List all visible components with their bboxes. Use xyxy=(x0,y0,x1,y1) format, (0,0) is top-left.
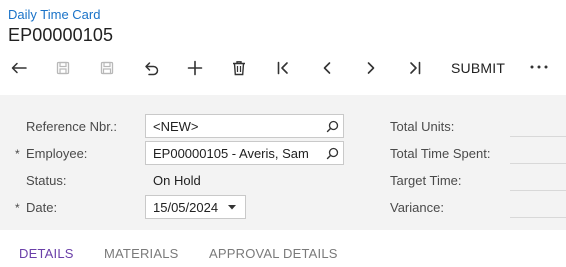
save-icon[interactable] xyxy=(95,56,119,80)
date-field[interactable]: 15/05/2024 xyxy=(145,195,246,219)
submit-button[interactable]: SUBMIT xyxy=(451,60,505,76)
employee-value: EP00000105 - Averis, Sam xyxy=(153,145,309,161)
date-value: 15/05/2024 xyxy=(153,199,219,215)
search-icon[interactable] xyxy=(321,115,343,137)
reference-nbr-value: <NEW> xyxy=(153,118,199,134)
undo-icon[interactable] xyxy=(139,56,163,80)
delete-icon[interactable] xyxy=(227,56,251,80)
more-options-button[interactable] xyxy=(527,57,551,77)
total-time-spent-value xyxy=(510,163,566,164)
previous-record-icon[interactable] xyxy=(315,56,339,80)
status-label: Status: xyxy=(26,173,67,188)
total-units-value xyxy=(510,136,566,137)
back-icon[interactable] xyxy=(7,56,31,80)
ellipsis-icon xyxy=(530,65,548,69)
date-label: Date: xyxy=(26,200,58,215)
search-icon[interactable] xyxy=(321,142,343,164)
employee-label: Employee: xyxy=(26,146,88,161)
status-value: On Hold xyxy=(153,173,201,188)
reference-nbr-field[interactable]: <NEW> xyxy=(145,114,344,138)
first-record-icon[interactable] xyxy=(271,56,295,80)
last-record-icon[interactable] xyxy=(403,56,427,80)
tab-bar: DETAILS MATERIALS APPROVAL DETAILS xyxy=(0,238,566,267)
toolbar: SUBMIT xyxy=(0,54,566,82)
tab-materials[interactable]: MATERIALS xyxy=(104,246,179,261)
copy-icon[interactable] xyxy=(51,56,75,80)
next-record-icon[interactable] xyxy=(359,56,383,80)
add-icon[interactable] xyxy=(183,56,207,80)
summary-form-panel: Reference Nbr.: <NEW> * Employee: EP0000… xyxy=(0,95,566,230)
tab-details[interactable]: DETAILS xyxy=(19,246,74,261)
chevron-down-icon[interactable] xyxy=(223,197,241,217)
variance-label: Variance: xyxy=(390,200,444,215)
reference-nbr-label: Reference Nbr.: xyxy=(26,119,118,134)
required-marker: * xyxy=(15,201,20,215)
variance-value xyxy=(510,217,566,218)
target-time-label: Target Time: xyxy=(390,173,462,188)
employee-field[interactable]: EP00000105 - Averis, Sam xyxy=(145,141,344,165)
total-units-label: Total Units: xyxy=(390,119,455,134)
required-marker: * xyxy=(15,147,20,161)
target-time-value xyxy=(510,190,566,191)
tab-approval-details[interactable]: APPROVAL DETAILS xyxy=(209,246,338,261)
page-title: EP00000105 xyxy=(8,25,114,45)
breadcrumb[interactable]: Daily Time Card xyxy=(8,7,100,22)
total-time-spent-label: Total Time Spent: xyxy=(390,146,491,161)
